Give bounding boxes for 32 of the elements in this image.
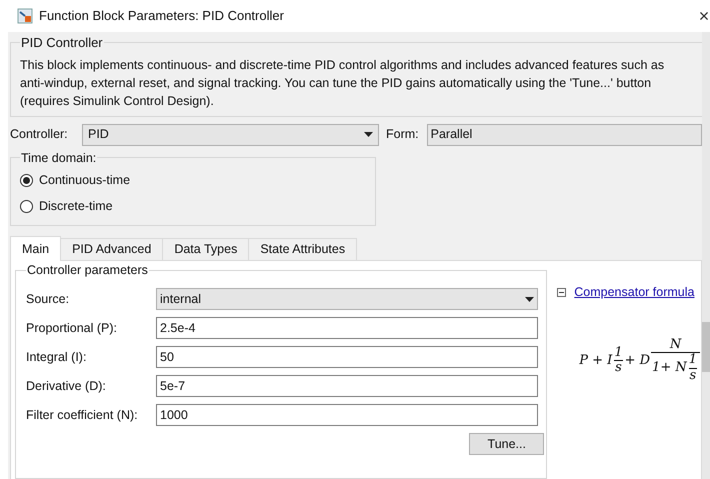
parameter-field[interactable]: 5e-7: [156, 375, 538, 397]
parameter-field[interactable]: 50: [156, 346, 538, 368]
tab[interactable]: PID Advanced: [61, 238, 164, 260]
close-button[interactable]: ×: [698, 7, 710, 25]
parameter-label: Proportional (P):: [26, 320, 118, 337]
tab[interactable]: Data Types: [163, 238, 250, 260]
group-title: PID Controller: [20, 34, 104, 52]
source-dropdown[interactable]: internal: [156, 288, 538, 310]
collapse-icon[interactable]: [557, 288, 566, 298]
parameter-label: Derivative (D):: [26, 378, 107, 395]
block-description: This block implements continuous- and discrete-time PID control algorithms and includes advanced features such as anti-windup, external reset, and signal tracking. You can tune the PID gains automatically using the 'Tune...' button (requires Simulink Control Design).: [20, 56, 666, 110]
form-label: Form:: [386, 126, 419, 144]
parameter-label: Source:: [26, 290, 70, 308]
window-title: Function Block Parameters: PID Controller: [39, 7, 284, 26]
form-field[interactable]: Parallel: [426, 124, 702, 146]
radio-option[interactable]: Continuous-time: [20, 167, 130, 194]
tab[interactable]: Main: [10, 236, 62, 262]
caret-icon: [525, 296, 534, 302]
parameter-label: Filter coefficient (N):: [26, 406, 139, 424]
parameter-field[interactable]: 2.5e-4: [156, 317, 538, 339]
compensator-link[interactable]: Compensator formula: [574, 283, 694, 302]
tune-button[interactable]: Tune...: [469, 433, 544, 455]
controller-dropdown[interactable]: PID: [82, 124, 379, 146]
parameter-label: Integral (I):: [26, 348, 88, 366]
radio-option[interactable]: Discrete-time: [20, 193, 113, 220]
parameter-field[interactable]: 1000: [156, 404, 538, 426]
tab[interactable]: State Attributes: [249, 238, 358, 260]
group-title: Controller parameters: [26, 262, 149, 280]
caret-icon: [364, 132, 373, 137]
app-icon: [17, 8, 33, 24]
group-title: Time domain:: [20, 150, 98, 166]
controller-label: Controller:: [10, 126, 69, 144]
